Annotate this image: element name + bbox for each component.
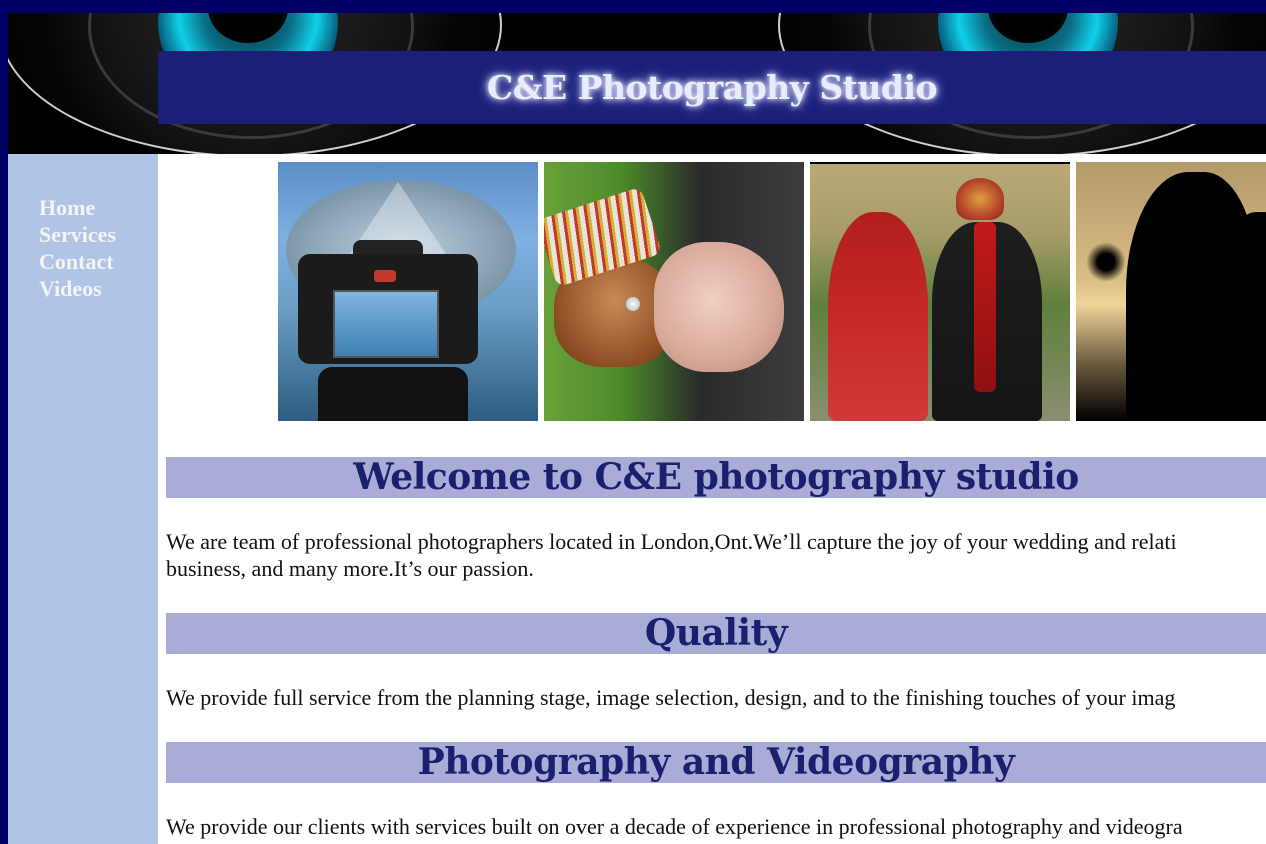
nav-link-services[interactable]: Services — [39, 222, 116, 247]
site-title: C&E Photography Studio — [486, 68, 938, 107]
bride-and-groom-photo — [810, 162, 1070, 421]
sidebar-item-services: Services — [39, 221, 116, 248]
text-line: We are team of professional photographer… — [166, 529, 1177, 554]
nav-link-home[interactable]: Home — [39, 195, 95, 220]
groom-turban — [956, 178, 1004, 220]
nav-link-videos[interactable]: Videos — [39, 276, 102, 301]
section-heading-quality: Quality — [166, 613, 1266, 654]
sidebar: Home Services Contact Videos — [8, 154, 158, 844]
title-bar: C&E Photography Studio — [158, 51, 1266, 124]
section-heading-welcome: Welcome to C&E photography studio — [166, 457, 1266, 498]
sidebar-item-contact: Contact — [39, 248, 116, 275]
camera-screen — [333, 290, 439, 358]
section-text-welcome: We are team of professional photographer… — [166, 528, 1266, 582]
section-heading-photo-video: Photography and Videography — [166, 742, 1266, 783]
header-banner: C&E Photography Studio — [8, 13, 1266, 154]
nav-link-contact[interactable]: Contact — [39, 249, 114, 274]
wedding-hands-ring-photo — [544, 162, 804, 421]
diamond-ring — [626, 297, 640, 311]
camera-on-tripod-photo — [278, 162, 538, 421]
sidebar-nav: Home Services Contact Videos — [39, 194, 116, 302]
tripod-head — [318, 367, 468, 421]
page: C&E Photography Studio Home Services Con… — [8, 13, 1266, 844]
section-text-photo-video: We provide our clients with services bui… — [166, 813, 1266, 840]
bride-figure — [828, 212, 928, 421]
text-line: business, and many more.It’s our passion… — [166, 556, 534, 581]
section-text-quality: We provide full service from the plannin… — [166, 684, 1266, 711]
text-line: We provide our clients with services bui… — [166, 814, 1183, 839]
palm-tree-silhouette — [1086, 242, 1126, 282]
sidebar-item-videos: Videos — [39, 275, 116, 302]
sidebar-item-home: Home — [39, 194, 116, 221]
couple-silhouette-photo — [1076, 162, 1266, 421]
text-line: We provide full service from the plannin… — [166, 685, 1176, 710]
main-content: Welcome to C&E photography studio We are… — [166, 457, 1266, 840]
groom-hand — [654, 242, 784, 372]
camera-red-badge — [374, 270, 396, 282]
groom-scarf — [974, 222, 996, 392]
